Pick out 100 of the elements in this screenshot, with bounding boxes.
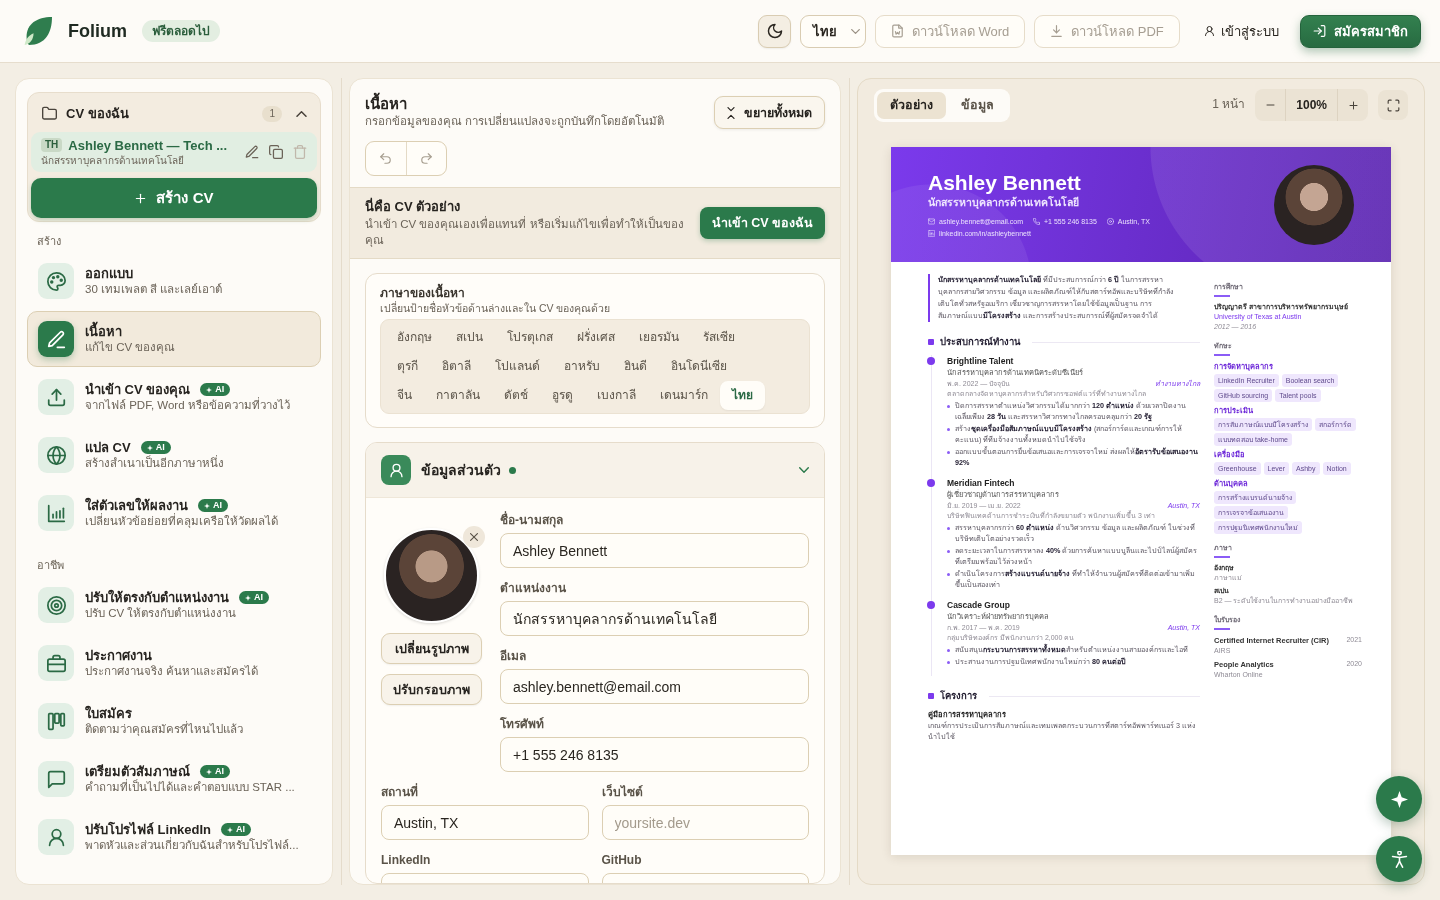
card-title: ภาษาของเนื้อหา xyxy=(380,285,810,301)
timeline-dot-icon xyxy=(926,357,935,365)
language-option[interactable]: เดนมาร์ก xyxy=(648,381,720,410)
sparkle-icon xyxy=(146,444,153,451)
language-option[interactable]: รัสเซีย xyxy=(691,323,747,352)
section-title: ข้อมูลส่วนตัว xyxy=(421,461,501,479)
briefcase-icon xyxy=(38,645,74,681)
field-label: ชื่อ-นามสกุล xyxy=(500,512,564,528)
nav-item[interactable]: ใส่ตัวเลขให้ผลงาน AI เปลี่ยนหัวข้อย่อยที่คลุมเครือให้วัดผลได้ xyxy=(27,485,321,541)
language-option[interactable]: ฝรั่งเศส xyxy=(565,323,627,352)
bullet-icon xyxy=(947,404,950,408)
cv-count: 1 xyxy=(262,105,282,122)
nav-title: ปรับให้ตรงกับตำแหน่งงาน xyxy=(85,589,229,606)
timeline-dot-icon xyxy=(926,601,935,609)
nav-subtitle: ติดตามว่าคุณสมัครที่ไหนไปแล้ว xyxy=(85,722,244,737)
language-option[interactable]: ไทย xyxy=(720,381,765,410)
language-option[interactable]: สเปน xyxy=(444,323,495,352)
copy-icon[interactable] xyxy=(269,145,283,159)
company-name: Brightline Talent xyxy=(947,355,1015,367)
tab[interactable]: ตัวอย่าง xyxy=(877,91,946,119)
language-option[interactable]: อินโดนีเซีย xyxy=(659,352,739,381)
language-option[interactable]: ดัตช์ xyxy=(492,381,540,410)
input-field[interactable]: นักสรรหาบุคลากรด้านเทคโนโลยี xyxy=(500,601,809,636)
crop-photo-button[interactable]: ปรับกรอบภาพ xyxy=(381,674,482,705)
nav-subtitle: แก้ไข CV ของคุณ xyxy=(85,340,177,355)
input-field[interactable]: yoursite.dev xyxy=(601,805,809,840)
nav-item[interactable]: แปล CV AI สร้างสำเนาเป็นอีกภาษาหนึ่ง xyxy=(27,427,321,483)
field-label: GitHub xyxy=(601,852,643,868)
theme-toggle-button[interactable] xyxy=(758,14,791,48)
create-cv-button[interactable]: สร้าง CV xyxy=(31,178,317,218)
nav-subtitle: คำถามที่เป็นไปได้และคำตอบแบบ STAR ... xyxy=(85,780,296,795)
nav-item[interactable]: ใบสมัคร ติดตามว่าคุณสมัครที่ไหนไปแล้ว xyxy=(27,693,321,749)
sign-in-icon xyxy=(1313,24,1326,38)
input-field[interactable]: +1 555 246 8135 xyxy=(500,737,809,772)
login-button[interactable]: เข้าสู่ระบบ xyxy=(1197,14,1286,48)
input-field[interactable]: Austin, TX xyxy=(381,805,589,840)
section-header[interactable]: ข้อมูลส่วนตัว xyxy=(366,443,824,498)
language-option[interactable]: ตุรกี xyxy=(385,352,430,381)
language-option[interactable]: โปแลนด์ xyxy=(483,352,552,381)
nav-item[interactable]: ประกาศงาน ประกาศงานจริง ค้นหาและสมัครได้ xyxy=(27,635,321,691)
input-field[interactable]: Ashley Bennett xyxy=(500,533,809,568)
language-option[interactable]: อาหรับ xyxy=(552,352,612,381)
chevron-up-icon[interactable] xyxy=(296,110,307,117)
language-select[interactable]: ไทย xyxy=(800,14,866,48)
ai-label: AI xyxy=(254,591,263,604)
fullscreen-button[interactable] xyxy=(1378,90,1408,120)
language-option[interactable]: เบงกาลี xyxy=(585,381,648,410)
nav-item[interactable]: ปรับโปรไฟล์ LinkedIn AI พาดหัวและส่วนเกี่ยวกับฉันสำหรับโปรไฟล์... xyxy=(27,809,321,865)
nav-title: แปล CV xyxy=(85,439,131,455)
language-option[interactable]: โปรตุเกส xyxy=(495,323,565,352)
minus-icon xyxy=(1264,104,1276,106)
document-icon xyxy=(890,24,904,38)
language-option[interactable]: จีน xyxy=(385,381,424,410)
phone-icon xyxy=(1033,218,1041,225)
palette-icon xyxy=(38,263,74,299)
card-subtitle: เปลี่ยนป้ายชื่อหัวข้อด้านล่างและใน CV ของคุณด้วย xyxy=(380,301,612,315)
linkedin-icon xyxy=(928,230,935,237)
nav-item[interactable]: ปรับให้ตรงกับตำแหน่งงาน AI ปรับ CV ให้ตรงกับตำแหน่งงาน xyxy=(27,577,321,633)
language-option[interactable]: อูรดู xyxy=(540,381,585,410)
language-option[interactable]: ฮินดี xyxy=(612,352,659,381)
notice-title: นี่คือ CV ตัวอย่าง xyxy=(365,198,462,216)
user-icon xyxy=(1204,25,1215,37)
chevron-down-icon[interactable] xyxy=(799,467,809,473)
bullet-icon xyxy=(947,572,950,576)
nav-subtitle: ปรับ CV ให้ตรงกับตำแหน่งงาน xyxy=(85,606,238,621)
fullscreen-icon xyxy=(1386,98,1400,112)
tab[interactable]: ข้อมูล xyxy=(948,91,1007,119)
language-option[interactable]: กาตาลัน xyxy=(424,381,492,410)
nav-item[interactable]: เตรียมตัวสัมภาษณ์ AI คำถามที่เป็นไปได้และคำตอบแบบ STAR ... xyxy=(27,751,321,807)
panel-subtitle: กรอกข้อมูลของคุณ การเปลี่ยนแปลงจะถูกบันทึกโดยอัตโนมัติ xyxy=(365,114,665,129)
import-cv-button[interactable]: นำเข้า CV ของฉัน xyxy=(699,207,825,239)
download-icon xyxy=(1050,24,1064,38)
redo-icon xyxy=(418,152,434,165)
input-field[interactable]: ashley.bennett@email.com xyxy=(500,669,809,704)
remove-photo-button[interactable] xyxy=(463,526,485,548)
cv-list-item[interactable]: TH Ashley Bennett — Tech ... นักสรรหาบุคลากรด้านเทคโนโลยี xyxy=(31,132,317,172)
mail-icon xyxy=(928,218,935,225)
nav-subtitle: 30 เทมเพลต สี และเลย์เอาต์ xyxy=(85,282,224,297)
section-marker-icon xyxy=(928,693,934,699)
bullet-icon xyxy=(947,660,950,664)
nav-item[interactable]: เนื้อหา แก้ไข CV ของคุณ xyxy=(27,311,321,367)
section-heading: อาชีพ xyxy=(37,558,65,572)
language-option[interactable]: อิตาลี xyxy=(430,352,483,381)
language-option[interactable]: เยอรมัน xyxy=(627,323,691,352)
ai-label: AI xyxy=(213,499,222,512)
sparkle-icon xyxy=(206,768,212,775)
language-option[interactable]: อังกฤษ xyxy=(385,323,444,352)
plus-icon xyxy=(1347,99,1359,111)
target-icon xyxy=(38,587,74,623)
change-photo-button[interactable]: เปลี่ยนรูปภาพ xyxy=(381,633,482,664)
signup-button[interactable]: สมัครสมาชิก xyxy=(1300,14,1421,48)
nav-item[interactable]: นำเข้า CV ของคุณ AI จากไฟล์ PDF, Word หรือข้อความที่วางไว้ xyxy=(27,369,321,425)
cv-name: Ashley Bennett xyxy=(928,171,1082,195)
nav-item[interactable]: ออกแบบ 30 เทมเพลต สี และเลย์เอาต์ xyxy=(27,253,321,309)
section-title: โครงการ xyxy=(940,690,977,702)
expand-all-button[interactable]: ขยายทั้งหมด xyxy=(714,96,825,129)
nav-title: ปรับโปรไฟล์ LinkedIn xyxy=(85,821,212,837)
pencil-icon[interactable] xyxy=(245,145,259,159)
language-tag: TH xyxy=(41,138,63,152)
nav-subtitle: ประกาศงานจริง ค้นหาและสมัครได้ xyxy=(85,664,260,679)
